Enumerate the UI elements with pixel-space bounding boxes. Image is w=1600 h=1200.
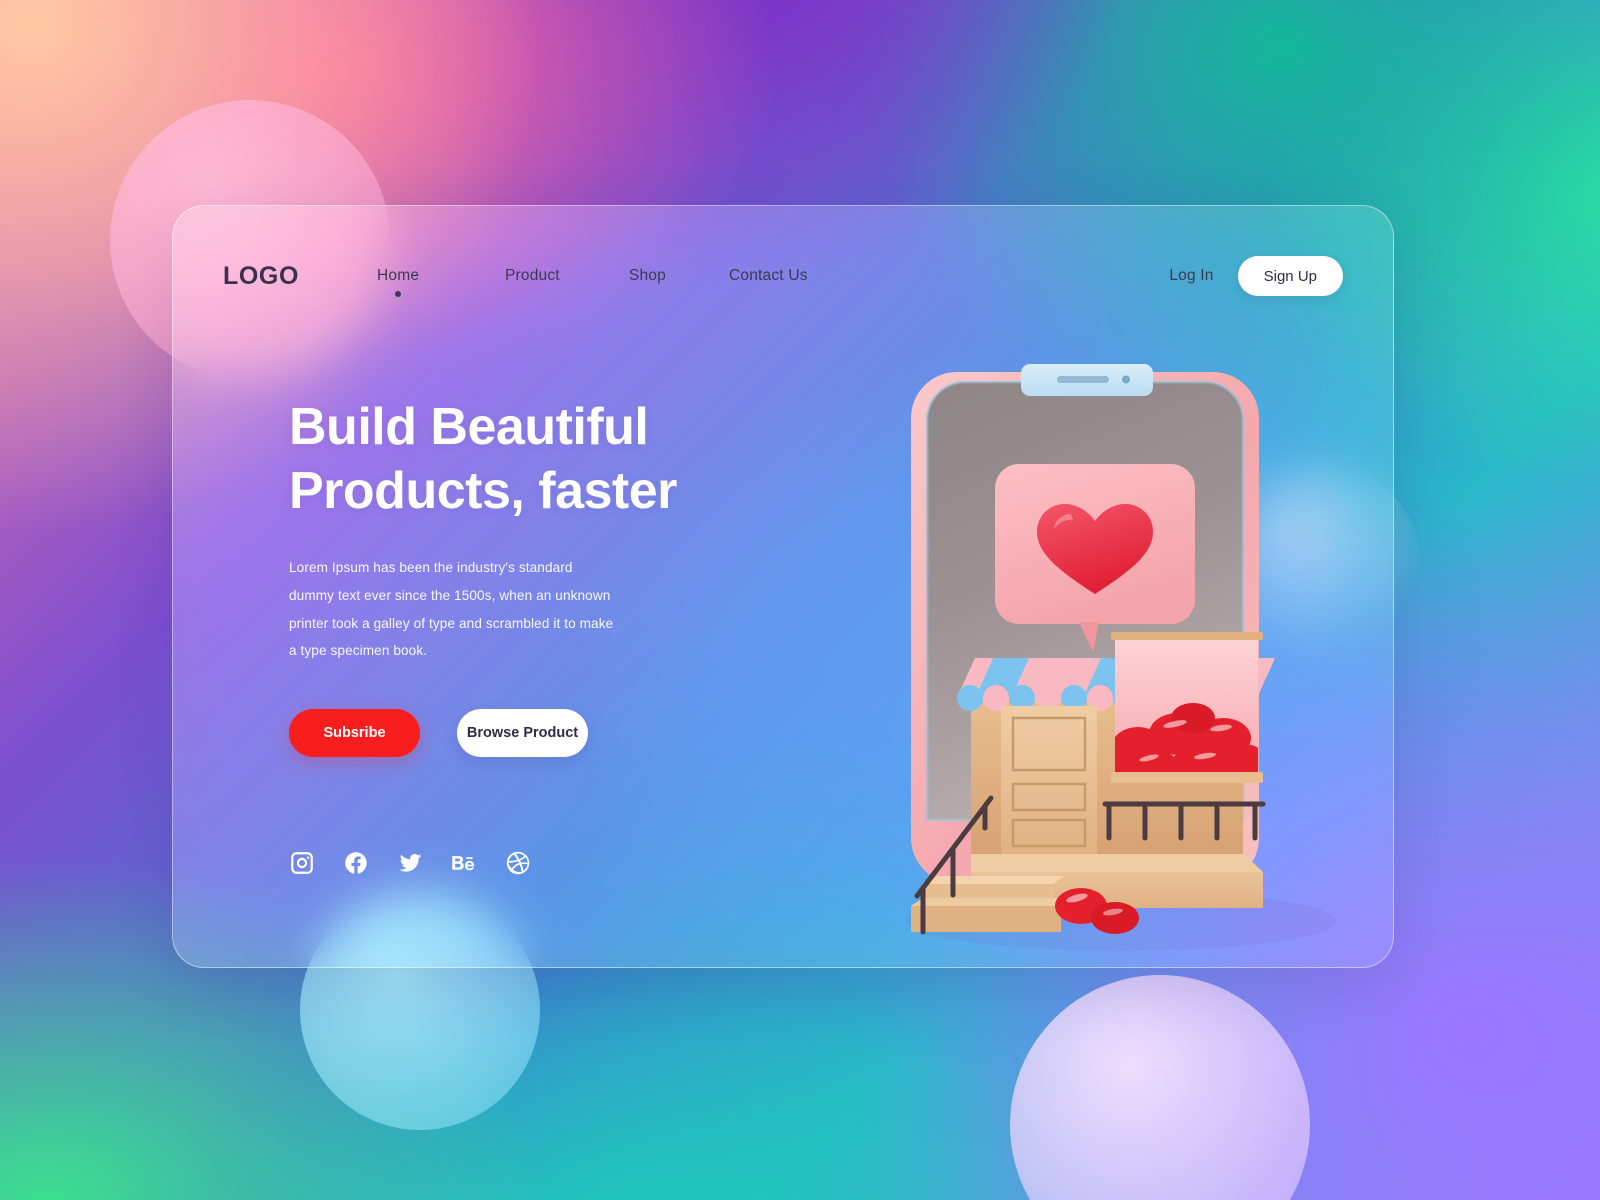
log-in-link[interactable]: Log In [1169, 267, 1213, 285]
top-navigation-bar: LOGO Home Product Shop Contact Us Log In… [173, 252, 1393, 300]
hero-button-group: Subsribe Browse Product [289, 709, 749, 758]
hero-title-line-1: Build Beautiful [289, 398, 649, 456]
facebook-icon[interactable] [343, 850, 369, 876]
hero-title-line-2: Products, faster [289, 461, 677, 520]
shop-door [1001, 706, 1097, 856]
phone-notch [1021, 364, 1153, 396]
dribbble-icon[interactable] [505, 850, 531, 876]
social-links-row [289, 850, 749, 876]
subscribe-button[interactable]: Subsribe [289, 709, 420, 758]
twitter-icon[interactable] [397, 850, 423, 876]
nav-item-home[interactable]: Home [377, 263, 505, 297]
nav-links-group: Home Product Shop Contact Us [373, 263, 1169, 297]
phone-shop-illustration [906, 364, 1336, 951]
shop-window-hearts [1111, 632, 1263, 783]
nav-item-shop[interactable]: Shop [629, 263, 729, 289]
brand-logo[interactable]: LOGO [223, 262, 373, 291]
behance-icon[interactable] [451, 850, 477, 876]
nav-item-product[interactable]: Product [505, 263, 629, 289]
instagram-icon[interactable] [289, 850, 315, 876]
sign-up-button[interactable]: Sign Up [1237, 256, 1343, 296]
nav-item-home-label: Home [377, 267, 420, 284]
glass-hero-card: LOGO Home Product Shop Contact Us Log In… [172, 205, 1394, 968]
nav-active-dot-indicator [395, 291, 401, 297]
hero-content: Build Beautiful Products, faster Lorem I… [289, 396, 749, 876]
hero-illustration [853, 306, 1373, 956]
browse-product-button[interactable]: Browse Product [457, 709, 588, 758]
hero-paragraph: Lorem Ipsum has been the industry's stan… [289, 559, 614, 659]
nav-actions-group: Log In Sign Up [1169, 256, 1343, 296]
hero-title: Build Beautiful Products, faster [289, 396, 749, 524]
nav-item-contact-us[interactable]: Contact Us [729, 263, 869, 289]
heart-like-bubble [995, 464, 1195, 652]
decorative-blob-violet [1010, 975, 1310, 1200]
